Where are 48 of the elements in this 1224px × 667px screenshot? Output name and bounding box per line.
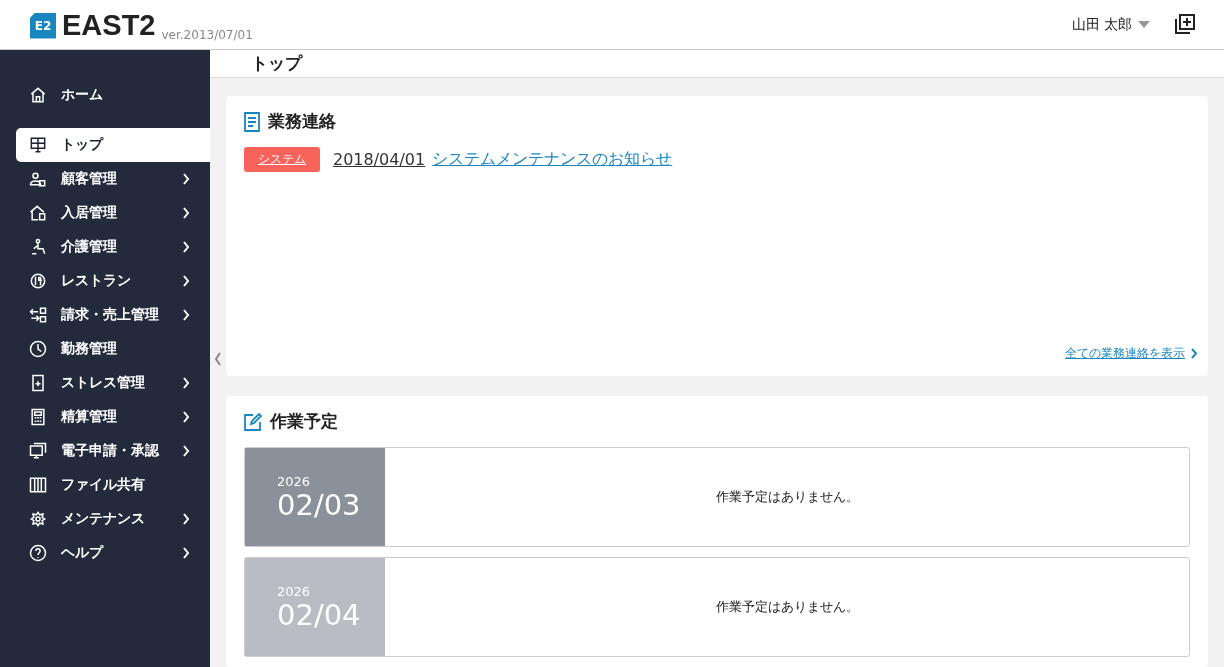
year-text: 2026: [277, 473, 312, 489]
chevron-icon: [1191, 348, 1198, 359]
user-menu[interactable]: 山田 太郎: [1071, 15, 1150, 34]
sidebar-item[interactable]: ホーム: [16, 78, 210, 112]
menu-icon: [28, 169, 48, 189]
section-title: 業務連絡: [268, 110, 336, 133]
sidebar-item[interactable]: 顧客管理: [16, 162, 210, 196]
version-text: ver.2013/07/01: [161, 27, 253, 42]
menu-icon: [28, 271, 48, 291]
sidebar-item[interactable]: 介護管理: [16, 230, 210, 264]
sidebar-item[interactable]: トップ: [16, 128, 210, 162]
sidebar-item[interactable]: メンテナンス: [16, 502, 210, 536]
sidebar-item[interactable]: 電子申請・承認: [16, 434, 210, 468]
menu-icon: [28, 407, 48, 427]
empty-message: 作業予定はありません。: [714, 488, 860, 506]
menu-icon: [28, 305, 48, 325]
year-text: 2026: [277, 583, 312, 599]
sidebar-item[interactable]: レストラン: [16, 264, 210, 298]
date-text: 02/03: [277, 488, 362, 521]
menu-icon: [28, 339, 48, 359]
sidebar-item[interactable]: 入居管理: [16, 196, 210, 230]
menu-icon: [28, 543, 48, 563]
collapse-icon[interactable]: [214, 352, 222, 366]
sidebar-item[interactable]: ヘルプ: [16, 536, 210, 570]
view-all-link[interactable]: 全ての業務連絡を表示: [1065, 345, 1185, 362]
section-title: 作業予定: [270, 410, 338, 433]
empty-message: 作業予定はありません。: [714, 598, 860, 616]
document-icon: [244, 111, 260, 132]
edit-icon: [244, 412, 262, 431]
menu-icon: [28, 203, 48, 223]
notice-date[interactable]: 2018/04/01: [333, 150, 426, 169]
menu-icon: [28, 135, 48, 155]
sidebar-item[interactable]: 精算管理: [16, 400, 210, 434]
date-text: 02/04: [277, 598, 362, 631]
menu-icon: [28, 441, 48, 461]
sidebar-item[interactable]: ファイル共有: [16, 468, 210, 502]
page-title: トップ: [210, 50, 1224, 78]
menu-icon: [28, 509, 48, 529]
add-window-icon[interactable]: [1172, 12, 1196, 37]
notice-link[interactable]: システムメンテナンスのお知らせ: [432, 149, 673, 170]
logo-mark: E2: [30, 12, 56, 39]
menu-icon: [28, 85, 48, 105]
menu-icon: [28, 475, 48, 495]
caret-icon: [1138, 20, 1150, 29]
logo-text: EAST2: [62, 10, 156, 39]
sidebar-item[interactable]: 勤務管理: [16, 332, 210, 366]
sidebar-item[interactable]: ストレス管理: [16, 366, 210, 400]
sidebar-item[interactable]: 請求・売上管理: [16, 298, 210, 332]
